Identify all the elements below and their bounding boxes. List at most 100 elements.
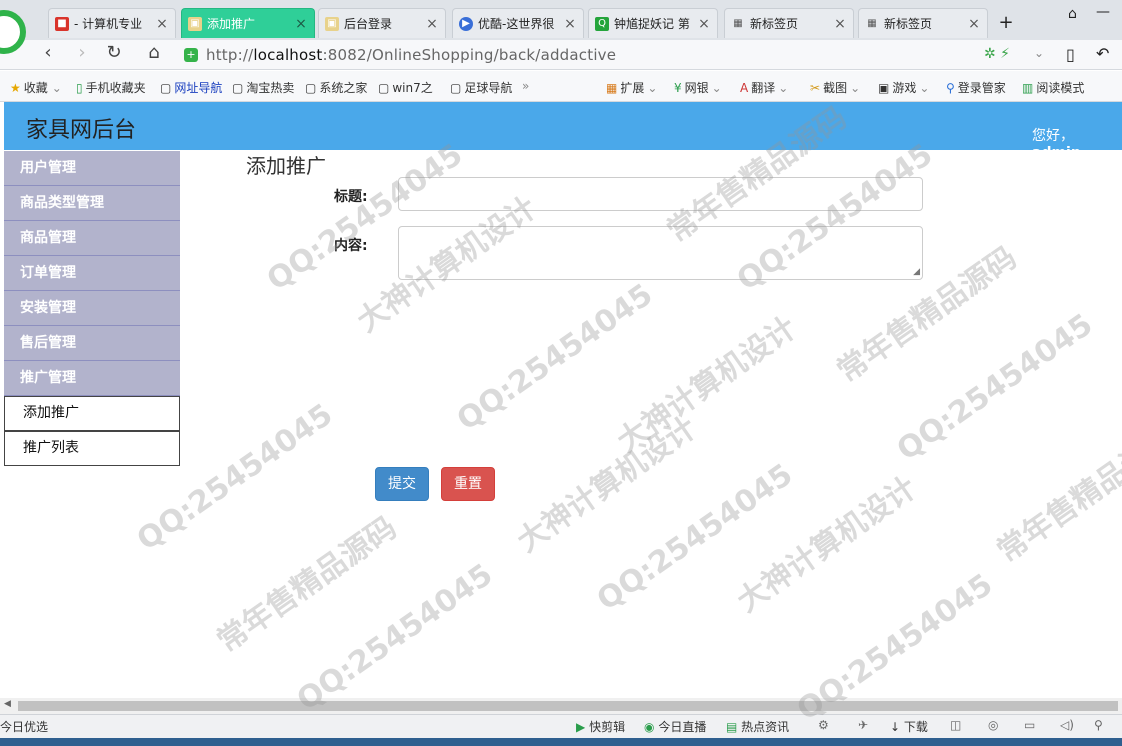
content-label: 内容: xyxy=(334,238,368,254)
tab-6[interactable]: ▦ 新标签页 × xyxy=(724,8,854,38)
sidebar-item-promotion[interactable]: 推广管理 xyxy=(4,361,180,396)
close-icon[interactable]: × xyxy=(294,16,308,32)
close-icon[interactable]: × xyxy=(967,16,981,32)
username-link[interactable]: admin xyxy=(1032,145,1081,161)
tab-5[interactable]: Q 钟馗捉妖记 第 × xyxy=(588,8,718,38)
bookmark-win7[interactable]: ▢ win7之 xyxy=(378,79,433,96)
sidebar-item-users[interactable]: 用户管理 xyxy=(4,151,180,186)
bookmark-syshome[interactable]: ▢ 系统之家 xyxy=(305,79,367,96)
bookmark-favorites[interactable]: ★ 收藏 ⌄ xyxy=(10,79,62,96)
status-daily-picks[interactable]: 今日优选 xyxy=(0,718,48,735)
tab-1[interactable]: ■ - 计算机专业 × xyxy=(48,8,176,38)
tab-label: 优酷-这世界很 xyxy=(478,17,555,31)
tab-3[interactable]: ▣ 后台登录 × xyxy=(318,8,446,38)
status-live[interactable]: ◉ 今日直播 xyxy=(644,718,706,735)
watermark: 大神计算机设计 xyxy=(610,310,804,460)
content-textarea[interactable]: ◢ xyxy=(398,226,923,280)
iqiyi-favicon-icon: Q xyxy=(595,16,609,31)
phone-icon: ▯ xyxy=(76,80,83,95)
bookmark-mobile[interactable]: ▯ 手机收藏夹 xyxy=(76,79,146,96)
page-icon: ▢ xyxy=(305,80,317,95)
submit-button[interactable]: 提交 xyxy=(375,467,429,501)
bookmarks-more[interactable]: » xyxy=(522,79,529,93)
status-layout-icon[interactable]: ▭ xyxy=(1024,718,1035,732)
title-input[interactable] xyxy=(398,177,923,211)
chevron-down-icon[interactable]: ⌄ xyxy=(1034,46,1044,60)
status-window-icon[interactable]: ◫ xyxy=(950,718,961,732)
close-icon[interactable]: × xyxy=(155,16,169,32)
youku-favicon-icon: ▶ xyxy=(459,16,473,31)
tab-label: 钟馗捉妖记 第 xyxy=(614,17,690,31)
title-label: 标题: xyxy=(334,189,368,205)
skin-icon[interactable]: ⌂ xyxy=(1068,6,1077,22)
status-globe-icon[interactable]: ◎ xyxy=(988,718,998,732)
image-favicon-icon: ▣ xyxy=(188,16,202,31)
bookmark-nav[interactable]: ▢ 网址导航 xyxy=(160,79,222,96)
star-icon: ★ xyxy=(10,80,21,95)
ext-reading-mode[interactable]: ▥ 阅读模式 xyxy=(1022,79,1084,96)
phone-icon[interactable]: ▯ xyxy=(1066,45,1075,64)
sidebar-item-product-types[interactable]: 商品类型管理 xyxy=(4,186,180,221)
status-gear-icon[interactable]: ⚙ xyxy=(818,718,829,732)
bookmark-taobao[interactable]: ▢ 淘宝热卖 xyxy=(232,79,294,96)
download-icon: ↓ xyxy=(890,720,901,734)
watermark: QQ:25454045 xyxy=(290,557,500,718)
sidebar-item-after-sales[interactable]: 售后管理 xyxy=(4,326,180,361)
close-icon[interactable]: × xyxy=(563,16,577,32)
new-tab-button[interactable]: + xyxy=(994,12,1018,36)
status-quick-edit[interactable]: ▶ 快剪辑 xyxy=(576,718,625,735)
zoom-icon[interactable]: ⚲ xyxy=(1094,718,1103,732)
home-icon[interactable]: ⌂ xyxy=(142,43,166,65)
bookmark-football[interactable]: ▢ 足球导航 xyxy=(450,79,512,96)
reset-button[interactable]: 重置 xyxy=(441,467,495,501)
live-icon: ◉ xyxy=(644,720,655,734)
address-bar[interactable]: + http://localhost:8082/OnlineShopping/b… xyxy=(184,44,1054,66)
close-icon[interactable]: × xyxy=(425,16,439,32)
close-icon[interactable]: × xyxy=(697,16,711,32)
play-icon: ▶ xyxy=(576,720,586,734)
ext-translate[interactable]: A 翻译 ⌄ xyxy=(740,79,788,96)
gamepad-icon: ▣ xyxy=(878,80,890,95)
page-icon: ▢ xyxy=(232,80,244,95)
page-title: 添加推广 xyxy=(246,154,326,178)
ext-login-manager[interactable]: ⚲ 登录管家 xyxy=(946,79,1006,96)
volume-icon[interactable]: ◁) xyxy=(1060,718,1074,732)
app-header xyxy=(4,102,1122,150)
minimize-icon[interactable]: — xyxy=(1096,4,1110,20)
sidebar-item-products[interactable]: 商品管理 xyxy=(4,221,180,256)
tab-2-active[interactable]: ▣ 添加推广 × xyxy=(181,8,315,38)
speed-mode-icon[interactable]: ✲ ⚡ xyxy=(984,46,1010,62)
book-icon: ▥ xyxy=(1022,80,1034,95)
tab-label: 添加推广 xyxy=(207,17,256,31)
ext-screenshot[interactable]: ✂ 截图 ⌄ xyxy=(810,79,860,96)
tab-7[interactable]: ▦ 新标签页 × xyxy=(858,8,988,38)
image-favicon-icon: ▣ xyxy=(325,16,339,31)
ext-extensions[interactable]: ▦ 扩展 ⌄ xyxy=(606,79,657,96)
back-icon[interactable]: ‹ xyxy=(36,43,60,65)
watermark: 常年售精品源码 xyxy=(990,420,1122,570)
scroll-left-icon[interactable]: ◀ xyxy=(4,699,11,709)
status-news[interactable]: ▤ 热点资讯 xyxy=(726,718,789,735)
sidebar-subitem-promotion-list[interactable]: 推广列表 xyxy=(4,431,180,466)
sidebar-subitem-add-promotion[interactable]: 添加推广 xyxy=(4,396,180,431)
puzzle-icon: ▦ xyxy=(606,80,618,95)
ext-bank[interactable]: ¥ 网银 ⌄ xyxy=(674,79,722,96)
app-title: 家具网后台 xyxy=(26,118,137,143)
sidebar-item-orders[interactable]: 订单管理 xyxy=(4,256,180,291)
forward-icon[interactable]: › xyxy=(70,43,94,65)
translate-icon: A xyxy=(740,80,749,95)
tab-label: 新标签页 xyxy=(884,17,933,31)
grid-favicon-icon: ▦ xyxy=(733,17,743,29)
undo-icon[interactable]: ↶ xyxy=(1096,44,1109,63)
status-download[interactable]: ↓ 下载 xyxy=(890,718,928,735)
scrollbar-thumb[interactable] xyxy=(18,701,1118,711)
resize-handle-icon[interactable]: ◢ xyxy=(913,268,920,277)
ext-games[interactable]: ▣ 游戏 ⌄ xyxy=(878,79,929,96)
tab-label: 新标签页 xyxy=(750,17,799,31)
sidebar-item-installation[interactable]: 安装管理 xyxy=(4,291,180,326)
close-icon[interactable]: × xyxy=(833,16,847,32)
status-pin-icon[interactable]: ✈ xyxy=(858,718,868,732)
tab-4[interactable]: ▶ 优酷-这世界很 × xyxy=(452,8,584,38)
reload-icon[interactable]: ↻ xyxy=(102,43,126,65)
watermark: 常年售精品源码 xyxy=(210,510,404,660)
